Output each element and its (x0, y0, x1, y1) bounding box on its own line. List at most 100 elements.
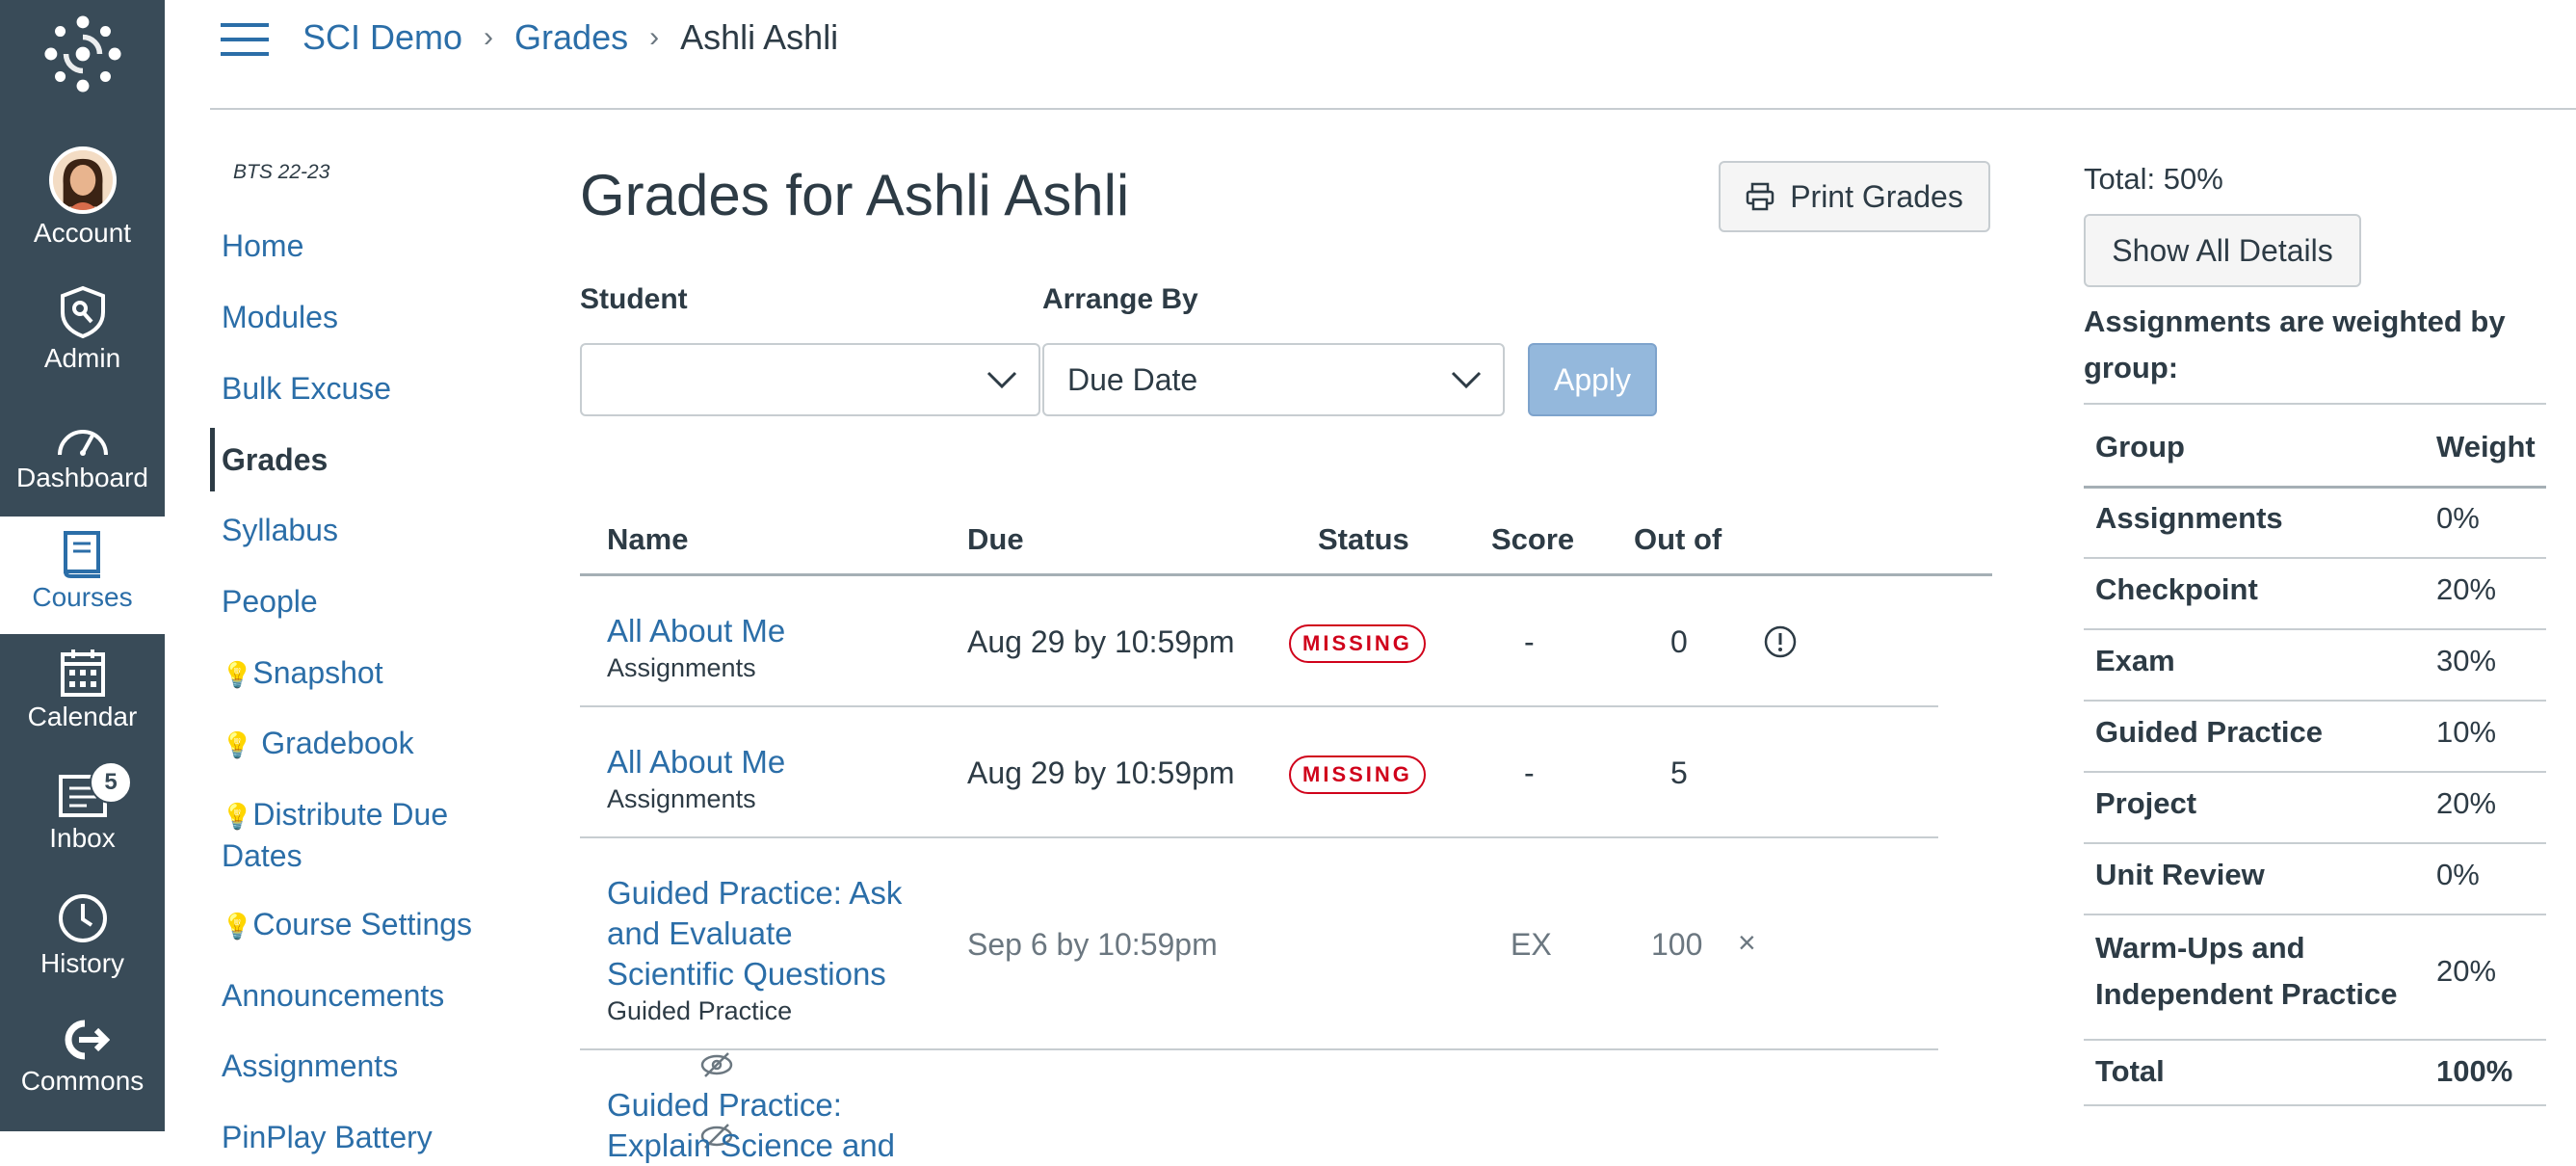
weight-value: 10% (2436, 715, 2497, 749)
weight-group: Checkpoint (2095, 572, 2258, 606)
nav-commons[interactable]: Commons (0, 1018, 165, 1097)
column-header-out-of[interactable]: Out of (1634, 522, 1722, 557)
assignment-link[interactable]: All About Me (607, 744, 785, 780)
course-nav-grades[interactable]: Grades (222, 440, 328, 480)
total-grade: Total: 50% (2084, 162, 2223, 196)
course-nav-gradebook[interactable]: 💡 Gradebook (222, 724, 414, 765)
nav-dashboard[interactable]: Dashboard (0, 420, 165, 493)
nav-admin-label: Admin (43, 343, 121, 373)
breadcrumb-grades[interactable]: Grades (514, 17, 628, 58)
course-nav-settings-label: Course Settings (252, 907, 473, 941)
active-indicator (210, 428, 215, 491)
assignment-link[interactable]: All About Me (607, 613, 785, 649)
weight-value: 100% (2436, 1054, 2513, 1088)
column-header-score[interactable]: Score (1491, 522, 1574, 557)
column-header-name[interactable]: Name (607, 522, 688, 557)
column-header-status[interactable]: Status (1318, 522, 1409, 557)
course-nav-home[interactable]: Home (222, 226, 303, 266)
assignment-link[interactable]: Guided Practice: Ask and Evaluate Scient… (607, 875, 902, 992)
weight-group: Project (2095, 786, 2197, 820)
avatar (48, 146, 117, 214)
assignment-group: Assignments (607, 653, 756, 682)
canvas-logo-icon[interactable] (39, 10, 127, 98)
courses-book-icon (63, 531, 100, 578)
student-label: Student (580, 283, 688, 315)
course-nav-snapshot-label: Snapshot (252, 655, 383, 690)
table-row: Guided Practice: Explain Science and (580, 1050, 1938, 1163)
nav-calendar-label: Calendar (27, 702, 138, 731)
nav-history[interactable]: History (0, 892, 165, 979)
weight-value: 20% (2436, 786, 2497, 820)
nav-courses[interactable]: Courses (0, 517, 165, 634)
nav-calendar[interactable]: Calendar (0, 648, 165, 732)
alert-circle-icon[interactable] (1763, 624, 1798, 659)
table-row: Guided Practice: Ask and Evaluate Scient… (580, 838, 1938, 1050)
course-nav-distribute-label: Distribute Due Dates (222, 797, 449, 873)
status-badge: MISSING (1289, 755, 1426, 794)
commons-icon (65, 1020, 110, 1060)
nav-admin[interactable]: Admin (0, 285, 165, 374)
out-of: 0 (1670, 624, 1688, 659)
history-clock-icon (58, 894, 107, 942)
column-header-due[interactable]: Due (967, 522, 1024, 557)
weight-group: Assignments (2095, 501, 2283, 535)
breadcrumb-separator: › (649, 21, 660, 53)
course-nav-modules[interactable]: Modules (222, 298, 338, 337)
assignment-cell: All About Me Assignments (607, 742, 925, 815)
arrange-by-value: Due Date (1067, 361, 1198, 397)
course-menu-toggle[interactable] (221, 23, 269, 60)
print-grades-button[interactable]: Print Grades (1719, 161, 1990, 232)
weight-group: Unit Review (2095, 858, 2265, 891)
table-rule (2084, 1104, 2546, 1106)
weight-value: 30% (2436, 644, 2497, 677)
weight-value: 0% (2436, 858, 2480, 891)
table-rule (2084, 557, 2546, 559)
apply-button[interactable]: Apply (1528, 343, 1657, 416)
weights-header-group: Group (2095, 430, 2185, 464)
weight-value: 0% (2436, 501, 2480, 535)
assignment-link[interactable]: Guided Practice: Explain Science and (607, 1087, 895, 1163)
due-date: Aug 29 by 10:59pm (967, 755, 1235, 790)
lightbulb-icon: 💡 (222, 802, 253, 831)
out-of: 5 (1670, 755, 1688, 790)
course-nav-snapshot[interactable]: 💡Snapshot (222, 653, 383, 695)
breadcrumb-current: Ashli Ashli (680, 17, 839, 57)
nav-inbox[interactable]: Inbox (0, 771, 165, 854)
course-nav-announcements[interactable]: Announcements (222, 976, 444, 1016)
course-nav-distribute-due-dates[interactable]: 💡Distribute Due Dates (222, 795, 491, 876)
chevron-down-icon (1451, 371, 1482, 389)
breadcrumb-course[interactable]: SCI Demo (302, 17, 462, 58)
assignment-cell: All About Me Assignments (607, 611, 925, 684)
course-nav-course-settings[interactable]: 💡Course Settings (222, 905, 472, 946)
course-nav-bulk-excuse[interactable]: Bulk Excuse (222, 369, 391, 409)
hamburger-line (221, 23, 269, 27)
assignment-cell: Guided Practice: Ask and Evaluate Scient… (607, 873, 925, 1027)
course-nav-syllabus[interactable]: Syllabus (222, 511, 338, 550)
arrange-by-select[interactable]: Due Date (1042, 343, 1505, 416)
table-rule (2084, 914, 2546, 915)
table-row: All About Me Assignments Aug 29 by 10:59… (580, 576, 1938, 707)
course-term: BTS 22-23 (233, 161, 330, 183)
weight-group: Warm-Ups and Independent Practice (2095, 931, 2398, 1011)
nav-account[interactable]: Account (0, 146, 165, 249)
table-rule (2084, 486, 2546, 489)
lightbulb-icon: 💡 (222, 730, 253, 759)
chevron-down-icon (986, 371, 1017, 389)
student-select[interactable] (580, 343, 1040, 416)
weight-value: 20% (2436, 572, 2497, 606)
table-rule (2084, 628, 2546, 630)
nav-dashboard-label: Dashboard (16, 463, 148, 492)
hamburger-line (221, 38, 269, 41)
nav-history-label: History (39, 948, 125, 978)
score: - (1524, 624, 1535, 659)
inbox-unread-badge: 5 (90, 761, 132, 804)
weight-value: 20% (2436, 954, 2497, 988)
due-date: Aug 29 by 10:59pm (967, 624, 1235, 659)
breadcrumb: SCI Demo › Grades › Ashli Ashli (302, 17, 838, 58)
page-title: Grades for Ashli Ashli (580, 163, 1130, 227)
nav-inbox-label: Inbox (49, 823, 116, 853)
course-nav-people[interactable]: People (222, 582, 318, 622)
course-nav-assignments[interactable]: Assignments (222, 1047, 398, 1086)
show-all-details-button[interactable]: Show All Details (2084, 214, 2361, 287)
course-nav-pinplay[interactable]: PinPlay Battery (222, 1118, 433, 1157)
